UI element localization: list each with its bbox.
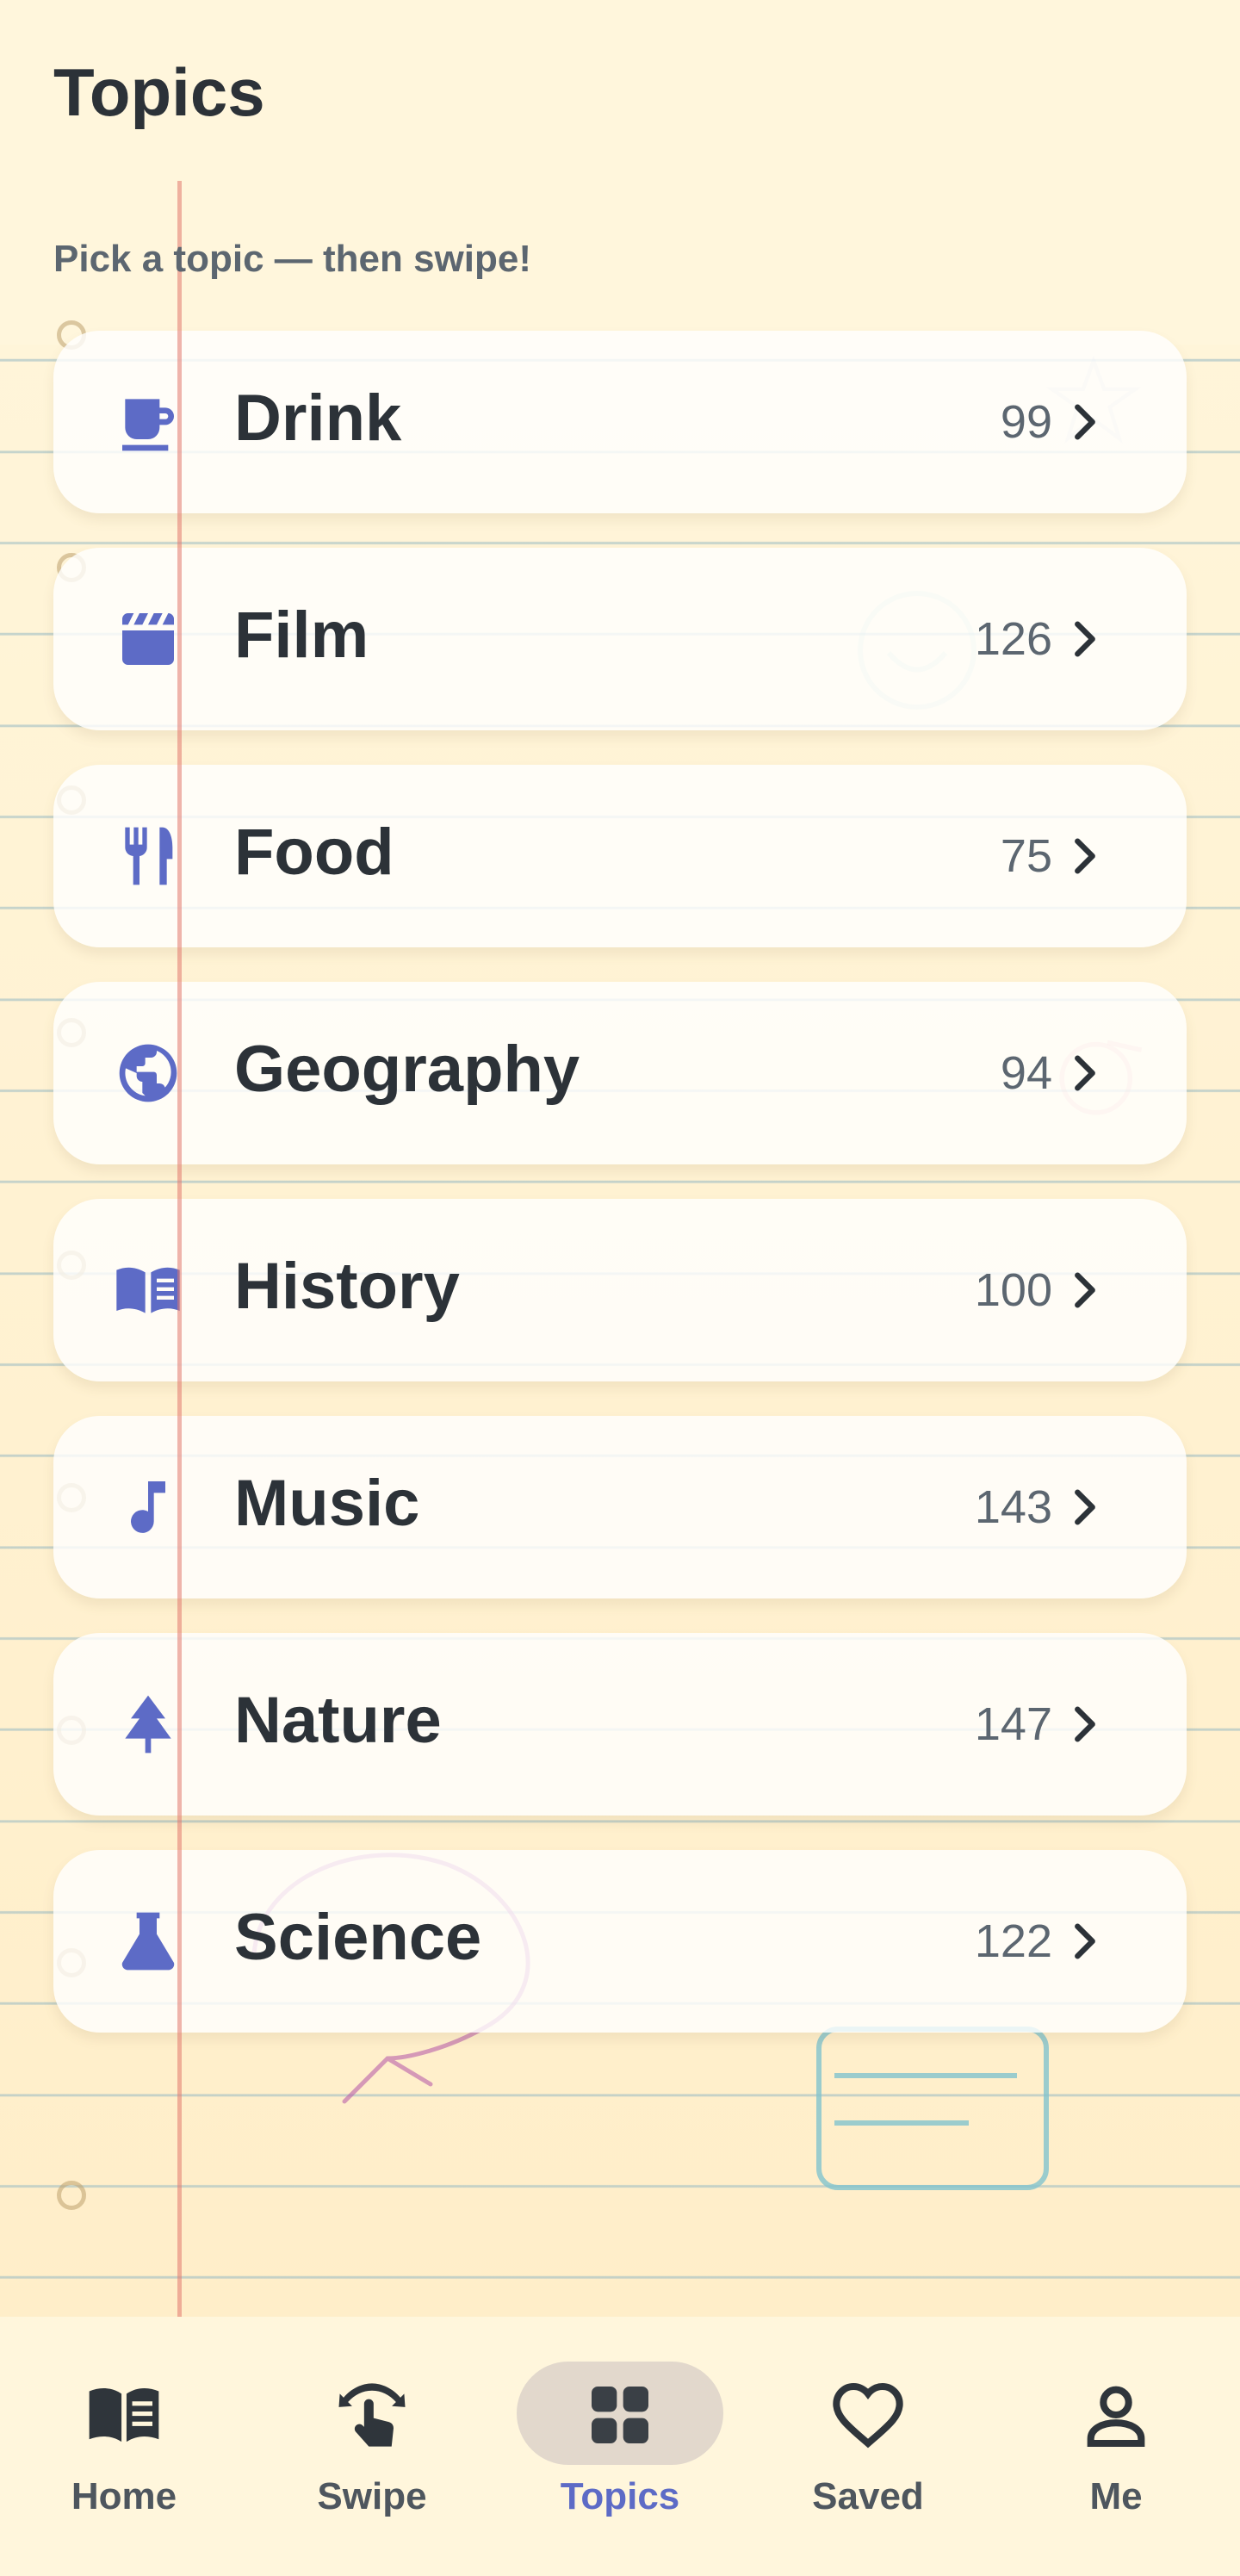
nav-label: Topics [560,2475,680,2517]
globe-icon [114,1039,183,1108]
music-note-icon [114,1473,183,1542]
clapperboard-icon [114,605,183,673]
topic-label: Food [234,816,394,889]
page-subtitle: Pick a topic — then swipe! [53,238,532,280]
topic-count: 126 [974,613,1052,665]
topic-count: 94 [1000,1047,1052,1099]
flask-icon [114,1907,183,1976]
nav-item-topics[interactable]: Topics [496,2317,744,2576]
grid-icon [582,2377,658,2453]
heart-icon [830,2377,906,2453]
nav-label: Saved [812,2475,924,2517]
nav-item-home[interactable]: Home [0,2317,248,2576]
page-title: Topics [53,54,265,130]
swipe-hand-icon [334,2377,410,2453]
chevron-right-icon [1064,835,1104,877]
topic-list: Drink 99 Film 126 Food 75 Geography 94 H… [53,331,1187,2067]
topic-card-nature[interactable]: Nature 147 [53,1633,1187,1816]
nav-label: Home [71,2475,177,2517]
topic-label: Geography [234,1033,580,1106]
topic-count: 99 [1000,396,1052,448]
cup-icon [114,388,183,456]
topic-card-film[interactable]: Film 126 [53,548,1187,730]
topic-label: Nature [234,1684,442,1757]
notebook-margin-line [177,181,182,2317]
utensils-icon [114,822,183,891]
topic-label: Film [234,599,369,672]
open-book-icon [114,1256,183,1325]
nav-item-me[interactable]: Me [992,2317,1240,2576]
person-icon [1078,2377,1154,2453]
topic-card-drink[interactable]: Drink 99 [53,331,1187,513]
nav-item-swipe[interactable]: Swipe [248,2317,496,2576]
topic-count: 75 [1000,830,1052,882]
tree-icon [114,1690,183,1759]
topic-count: 122 [974,1915,1052,1967]
topic-count: 143 [974,1481,1052,1533]
chevron-right-icon [1064,618,1104,660]
topic-count: 147 [974,1698,1052,1750]
nav-label: Swipe [317,2475,427,2517]
chevron-right-icon [1064,1269,1104,1311]
chevron-right-icon [1064,1921,1104,1962]
chevron-right-icon [1064,1052,1104,1094]
topic-card-history[interactable]: History 100 [53,1199,1187,1381]
chevron-right-icon [1064,1704,1104,1745]
chevron-right-icon [1064,1487,1104,1528]
nav-item-saved[interactable]: Saved [744,2317,992,2576]
topic-count: 100 [974,1264,1052,1316]
topic-label: Science [234,1901,482,1974]
topic-label: History [234,1250,460,1323]
book-icon [86,2377,162,2453]
binder-hole [57,2181,86,2210]
nav-label: Me [1089,2475,1143,2517]
topic-label: Drink [234,382,402,455]
topic-card-music[interactable]: Music 143 [53,1416,1187,1598]
chevron-right-icon [1064,401,1104,443]
topic-label: Music [234,1467,420,1540]
topic-card-science[interactable]: Science 122 [53,1850,1187,2033]
topic-card-food[interactable]: Food 75 [53,765,1187,947]
bottom-nav: Home Swipe Topics Saved Me [0,2317,1240,2576]
topic-card-geography[interactable]: Geography 94 [53,982,1187,1164]
